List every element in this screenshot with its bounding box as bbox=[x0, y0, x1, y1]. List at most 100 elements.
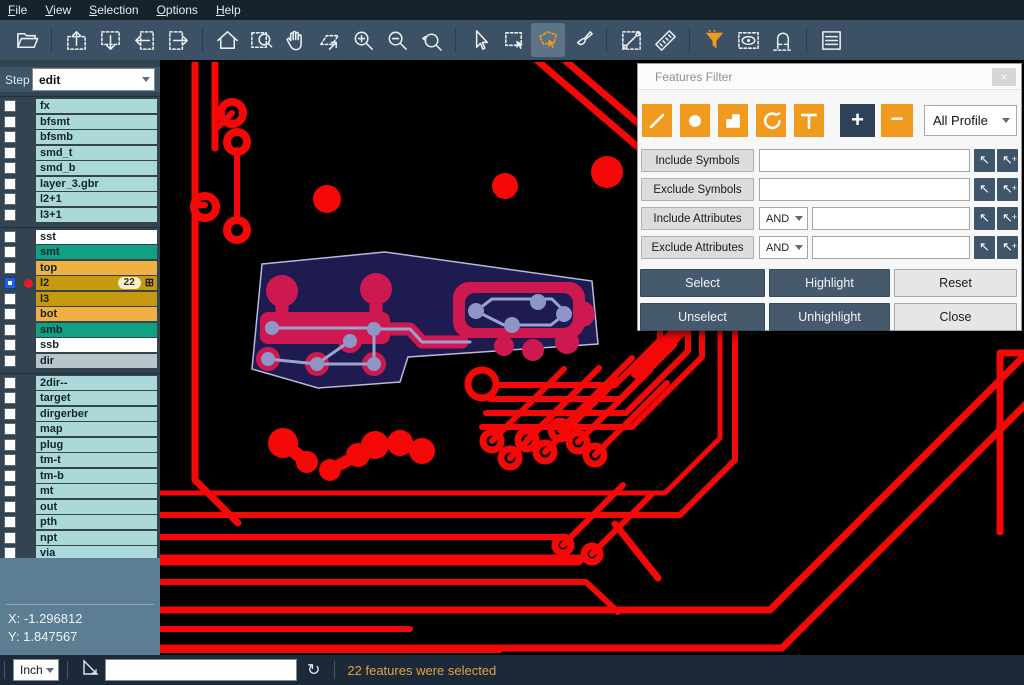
filter-label-button[interactable]: Include Symbols bbox=[641, 149, 754, 172]
layer-row-tm-t[interactable]: tm-t bbox=[0, 453, 160, 467]
layer-name-smd_t[interactable]: smd_t bbox=[36, 146, 157, 160]
layer-name-plug[interactable]: plug bbox=[36, 438, 157, 452]
snap-magnet-icon[interactable] bbox=[765, 23, 799, 57]
layer-checkbox-dirgerber[interactable] bbox=[4, 408, 16, 420]
layer-checkbox-plug[interactable] bbox=[4, 439, 16, 451]
layer-checkbox-tm-b[interactable] bbox=[4, 470, 16, 482]
layer-row-pth[interactable]: pth bbox=[0, 515, 160, 529]
filter-label-button[interactable]: Include Attributes bbox=[641, 207, 754, 230]
dialog-title-bar[interactable]: Features Filter × bbox=[638, 64, 1021, 90]
measure-line-icon[interactable] bbox=[614, 23, 648, 57]
layer-name-l3+1[interactable]: l3+1 bbox=[36, 208, 157, 222]
layer-row-target[interactable]: target bbox=[0, 391, 160, 405]
layer-row-l2[interactable]: l222⊞ bbox=[0, 276, 160, 290]
layer-checkbox-npt[interactable] bbox=[4, 532, 16, 544]
layer-name-mt[interactable]: mt bbox=[36, 484, 157, 498]
pan-up-icon[interactable] bbox=[59, 23, 93, 57]
layer-name-bot[interactable]: bot bbox=[36, 307, 157, 321]
layer-name-l3[interactable]: l3 bbox=[36, 292, 157, 306]
reset-button[interactable]: Reset bbox=[894, 269, 1017, 297]
layer-checkbox-smb[interactable] bbox=[4, 324, 16, 336]
layer-row-fx[interactable]: fx bbox=[0, 99, 160, 113]
pick-from-screen-icon[interactable]: ↖ bbox=[974, 149, 995, 172]
select-button[interactable]: Select bbox=[640, 269, 765, 297]
sync-icon[interactable]: ↻ bbox=[307, 660, 320, 680]
angle-measure-icon[interactable] bbox=[82, 659, 99, 681]
layer-row-smb[interactable]: smb bbox=[0, 323, 160, 337]
layer-name-top[interactable]: top bbox=[36, 261, 157, 275]
layer-checkbox-layer_3.gbr[interactable] bbox=[4, 178, 16, 190]
layer-checkbox-smd_b[interactable] bbox=[4, 162, 16, 174]
layer-checkbox-smd_t[interactable] bbox=[4, 147, 16, 159]
close-icon[interactable]: × bbox=[992, 68, 1016, 86]
layer-checkbox-l3[interactable] bbox=[4, 293, 16, 305]
line-feature-icon[interactable] bbox=[642, 104, 672, 137]
filter-value-input[interactable] bbox=[759, 149, 970, 172]
layer-row-plug[interactable]: plug bbox=[0, 438, 160, 452]
open-folder-icon[interactable] bbox=[10, 23, 44, 57]
menu-item-help[interactable]: Help bbox=[216, 3, 241, 17]
add-filter-button[interactable]: + bbox=[840, 104, 875, 137]
layer-row-bot[interactable]: bot bbox=[0, 307, 160, 321]
form-panel-icon[interactable] bbox=[814, 23, 848, 57]
layer-row-layer_3.gbr[interactable]: layer_3.gbr bbox=[0, 177, 160, 191]
select-arrow-icon[interactable] bbox=[463, 23, 497, 57]
filter-value-input[interactable] bbox=[759, 178, 970, 201]
layer-checkbox-l3+1[interactable] bbox=[4, 209, 16, 221]
layer-row-map[interactable]: map bbox=[0, 422, 160, 436]
layer-row-top[interactable]: top bbox=[0, 261, 160, 275]
layer-row-ssb[interactable]: ssb bbox=[0, 338, 160, 352]
selection-polygon[interactable] bbox=[252, 252, 598, 388]
layer-checkbox-ssb[interactable] bbox=[4, 339, 16, 351]
layer-row-out[interactable]: out bbox=[0, 500, 160, 514]
layer-name-map[interactable]: map bbox=[36, 422, 157, 436]
layer-name-target[interactable]: target bbox=[36, 391, 157, 405]
layer-row-smd_t[interactable]: smd_t bbox=[0, 146, 160, 160]
layer-checkbox-fx[interactable] bbox=[4, 100, 16, 112]
pad-feature-icon[interactable] bbox=[680, 104, 710, 137]
brush-icon[interactable] bbox=[565, 23, 599, 57]
zoom-previous-icon[interactable] bbox=[414, 23, 448, 57]
layer-row-sst[interactable]: sst bbox=[0, 230, 160, 244]
pan-left-icon[interactable] bbox=[127, 23, 161, 57]
highlight-button[interactable]: Highlight bbox=[769, 269, 890, 297]
step-dropdown[interactable]: edit bbox=[32, 68, 155, 91]
layer-row-bfsmt[interactable]: bfsmt bbox=[0, 115, 160, 129]
layer-checkbox-bfsmt[interactable] bbox=[4, 116, 16, 128]
command-input[interactable] bbox=[105, 659, 297, 681]
layer-name-bfsmb[interactable]: bfsmb bbox=[36, 130, 157, 144]
layer-checkbox-dir[interactable] bbox=[4, 355, 16, 367]
arc-feature-icon[interactable] bbox=[756, 104, 786, 137]
layer-row-l3[interactable]: l3 bbox=[0, 292, 160, 306]
and-or-dropdown[interactable]: AND bbox=[759, 236, 808, 259]
hand-pan-icon[interactable] bbox=[278, 23, 312, 57]
close-button[interactable]: Close bbox=[894, 303, 1017, 331]
ruler-icon[interactable] bbox=[648, 23, 682, 57]
layer-name-dirgerber[interactable]: dirgerber bbox=[36, 407, 157, 421]
layer-row-dirgerber[interactable]: dirgerber bbox=[0, 407, 160, 421]
menu-item-options[interactable]: Options bbox=[157, 3, 198, 17]
layer-name-out[interactable]: out bbox=[36, 500, 157, 514]
layer-name-smd_b[interactable]: smd_b bbox=[36, 161, 157, 175]
layer-checkbox-map[interactable] bbox=[4, 423, 16, 435]
layer-row-l2+1[interactable]: l2+1 bbox=[0, 192, 160, 206]
layer-checkbox-smt[interactable] bbox=[4, 246, 16, 258]
text-feature-icon[interactable] bbox=[794, 104, 824, 137]
layer-name-l2[interactable]: l222⊞ bbox=[36, 276, 157, 290]
layer-checkbox-out[interactable] bbox=[4, 501, 16, 513]
layer-checkbox-l2+1[interactable] bbox=[4, 193, 16, 205]
layer-checkbox-sst[interactable] bbox=[4, 231, 16, 243]
view-box-icon[interactable] bbox=[731, 23, 765, 57]
menu-item-selection[interactable]: Selection bbox=[89, 3, 138, 17]
unhighlight-button[interactable]: Unhighlight bbox=[769, 303, 890, 331]
layer-name-l2+1[interactable]: l2+1 bbox=[36, 192, 157, 206]
filter-value-input[interactable] bbox=[812, 207, 970, 230]
layer-name-pth[interactable]: pth bbox=[36, 515, 157, 529]
layer-row-tm-b[interactable]: tm-b bbox=[0, 469, 160, 483]
profile-dropdown[interactable]: All Profile bbox=[924, 105, 1017, 136]
layer-name-bfsmt[interactable]: bfsmt bbox=[36, 115, 157, 129]
layer-checkbox-2dir--[interactable] bbox=[4, 377, 16, 389]
menu-item-file[interactable]: File bbox=[8, 3, 27, 17]
layer-name-smb[interactable]: smb bbox=[36, 323, 157, 337]
layer-name-dir[interactable]: dir bbox=[36, 354, 157, 368]
